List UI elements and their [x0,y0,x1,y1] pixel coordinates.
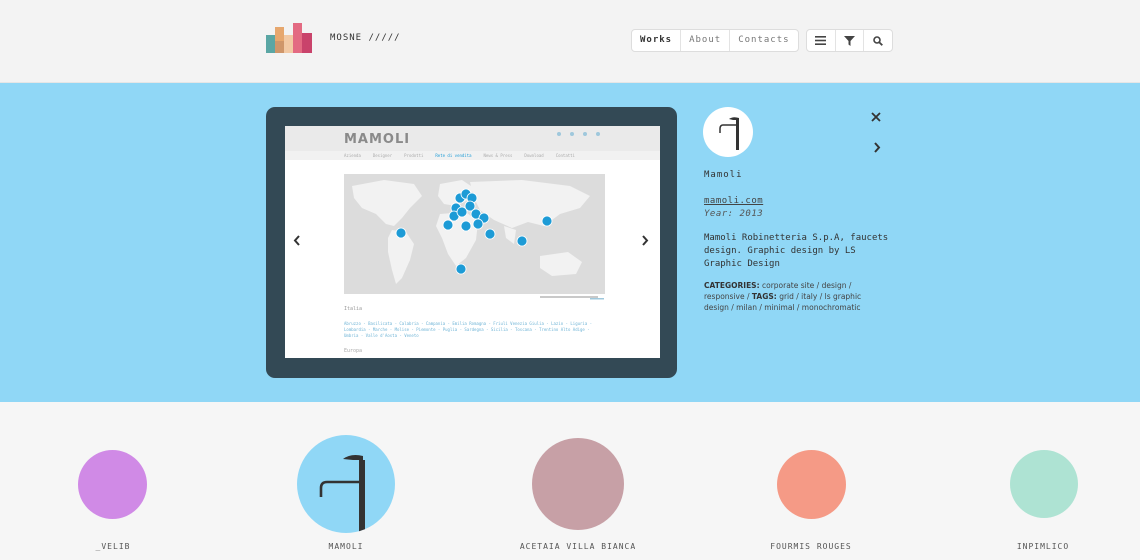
gallery-label[interactable]: _VELIB [13,542,213,551]
search-button[interactable] [864,30,892,51]
world-map [344,174,605,294]
close-icon[interactable] [871,112,881,122]
search-icon [873,35,884,46]
filter-icon [844,35,855,46]
project-detail: MAMOLI Azienda Designer Prodotti Rete di… [0,83,1140,402]
preview-menu-item: Prodotti [404,153,424,158]
preview-menu-item: Contatti [555,153,575,158]
project-taxonomy: CATEGORIES: corporate site / design / re… [704,280,884,313]
preview-menu-item-active: Rete di vendita [435,153,472,158]
faucet-icon [319,455,365,533]
site-header: MOSNE ///// Works About Contacts [0,0,1140,83]
filter-button[interactable] [836,30,865,51]
preview-menu-item: Designer [372,153,393,158]
preview-site-logo: MAMOLI [344,132,411,147]
gallery-label[interactable]: INPIMLICO [943,542,1140,551]
project-link[interactable]: mamoli.com [704,196,763,206]
nav-contacts[interactable]: Contacts [730,30,797,51]
nav-works[interactable]: Works [632,30,682,51]
tags-label: TAGS: [751,292,777,301]
project-thumbnail[interactable] [532,438,624,530]
nav-about[interactable]: About [681,30,731,51]
project-thumbnail[interactable] [297,435,395,533]
next-slide-icon[interactable] [641,235,649,246]
project-thumbnail[interactable] [78,450,147,519]
preview-site-icons [557,132,600,136]
project-year: Year: 2013 [704,209,764,219]
tablet-preview: MAMOLI Azienda Designer Prodotti Rete di… [266,107,677,378]
next-project-icon[interactable] [873,142,881,153]
preview-menu-item: Download [524,153,544,158]
preview-section-title: Italia [344,306,363,312]
menu-button[interactable] [807,30,836,51]
brand-name[interactable]: MOSNE ///// [330,33,401,43]
previous-slide-icon[interactable] [293,235,301,246]
project-avatar [703,107,753,157]
mosne-logo-icon[interactable] [266,23,312,53]
map-footer [540,296,604,300]
project-title: Mamoli [704,170,743,180]
project-thumbnail[interactable] [777,450,846,519]
preview-site-menu: Azienda Designer Prodotti Rete di vendit… [285,151,660,160]
main-nav: Works About Contacts [631,29,799,52]
project-thumbnail[interactable] [1010,450,1078,518]
preview-menu-item: Azienda [344,153,361,158]
preview-menu-item: News & Press [483,153,513,158]
project-screenshot: MAMOLI Azienda Designer Prodotti Rete di… [285,126,660,358]
menu-icon [815,36,827,45]
faucet-icon [719,117,739,150]
gallery-label[interactable]: FOURMIS ROUGES [711,542,911,551]
toolbar [806,29,893,52]
preview-section-title: Europa [344,348,363,354]
gallery-label[interactable]: MAMOLI [246,542,446,551]
preview-region-links: Abruzzo - Basilicata - Calabria - Campan… [344,321,593,338]
project-description: Mamoli Robinetteria S.p.A, faucets desig… [704,233,889,269]
gallery-label[interactable]: ACETAIA VILLA BIANCA [478,542,678,551]
categories-label: CATEGORIES: [704,281,760,290]
